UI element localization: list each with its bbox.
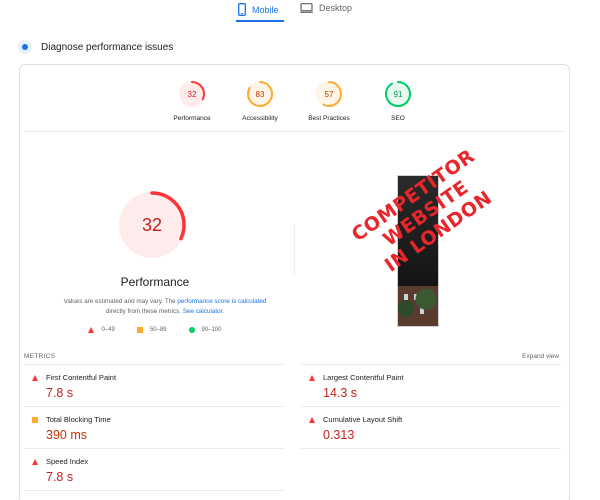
perf-desc-text-2: directly from these metrics. xyxy=(105,308,183,315)
diagnose-header: Diagnose performance issues xyxy=(18,40,173,54)
metric-cls-value: 0.313 xyxy=(323,428,355,442)
metric-si-value: 7.8 s xyxy=(46,470,74,484)
legend-pass-label: 90–100 xyxy=(201,327,222,333)
expand-view-button[interactable]: Expand view xyxy=(522,353,559,360)
tab-mobile-label: Mobile xyxy=(252,4,279,15)
gauge-seo-score: 91 xyxy=(394,90,403,99)
category-gauges: 32 Performance 83 Accessibility 57 Best … xyxy=(20,79,569,139)
legend-pass: 90–100 xyxy=(188,327,222,333)
legend-average-label: 50–89 xyxy=(149,327,167,333)
gauge-seo-ring: 91 xyxy=(385,81,411,107)
metric-tbt-value: 390 ms xyxy=(46,428,87,442)
metric-si-label: Speed Index xyxy=(46,457,89,466)
active-tab-indicator xyxy=(236,20,284,22)
performance-description: Values are estimated and may vary. The p… xyxy=(40,297,290,317)
fail-triangle-icon xyxy=(32,374,38,381)
fail-triangle-icon xyxy=(88,327,95,333)
legend-fail: 0–49 xyxy=(88,327,115,333)
score-calculated-link[interactable]: performance score is calculated xyxy=(177,298,266,305)
perf-desc-text-1: Values are estimated and may vary. The xyxy=(63,298,178,305)
gauge-best-practices-ring: 57 xyxy=(316,81,342,107)
fail-triangle-icon xyxy=(309,416,315,423)
mobile-icon xyxy=(238,3,246,16)
tab-desktop-label: Desktop xyxy=(319,3,353,13)
fail-triangle-icon xyxy=(309,374,315,381)
gauge-best-practices-label: Best Practices xyxy=(308,115,350,122)
metric-lcp: Largest Contentful Paint 14.3 s xyxy=(309,373,549,400)
metric-cls-label: Cumulative Layout Shift xyxy=(323,415,403,424)
vertical-divider xyxy=(294,225,295,275)
performance-score-large: 32 xyxy=(142,215,162,235)
metric-tbt: Total Blocking Time 390 ms xyxy=(32,415,272,442)
legend-average: 50–89 xyxy=(136,327,167,333)
metrics-divider xyxy=(24,406,284,407)
metric-fcp: First Contentful Paint 7.8 s xyxy=(32,373,272,400)
competitor-overlay-stamp: COMPETITOR WEBSITE IN LONDON xyxy=(325,129,575,367)
metrics-divider xyxy=(24,448,284,449)
gauge-best-practices[interactable]: 57 Best Practices xyxy=(294,79,364,122)
metric-fcp-value: 7.8 s xyxy=(46,386,74,400)
page-screenshot xyxy=(397,175,439,327)
metrics-divider xyxy=(301,406,561,407)
average-square-icon xyxy=(32,416,38,423)
performance-gauge-large: 32 xyxy=(116,189,188,266)
gauge-performance-score: 32 xyxy=(188,90,197,99)
metric-lcp-label: Largest Contentful Paint xyxy=(323,373,404,382)
metrics-divider xyxy=(24,490,284,491)
see-calculator-link[interactable]: See calculator. xyxy=(183,308,224,315)
metric-tbt-label: Total Blocking Time xyxy=(46,415,111,424)
gauge-seo[interactable]: 91 SEO xyxy=(363,79,433,122)
legend-fail-label: 0–49 xyxy=(101,327,115,333)
tab-mobile[interactable]: Mobile xyxy=(238,3,279,16)
metrics-divider xyxy=(301,448,561,449)
diagnose-title: Diagnose performance issues xyxy=(41,41,174,53)
metric-lcp-value: 14.3 s xyxy=(323,386,358,400)
gauge-performance-label: Performance xyxy=(173,115,211,122)
gauge-performance[interactable]: 32 Performance xyxy=(157,79,227,122)
gauge-seo-label: SEO xyxy=(391,115,405,122)
average-square-icon xyxy=(136,327,143,333)
form-factor-tabs: Mobile Desktop xyxy=(0,0,600,22)
gauge-accessibility-score: 83 xyxy=(256,90,265,99)
report-card: 32 Performance 83 Accessibility 57 Best … xyxy=(19,64,570,500)
gauge-performance-ring: 32 xyxy=(179,81,205,107)
gauge-accessibility[interactable]: 83 Accessibility xyxy=(225,79,295,122)
desktop-icon xyxy=(300,3,313,13)
metrics-header: METRICS xyxy=(24,353,56,360)
metric-si: Speed Index 7.8 s xyxy=(32,457,272,484)
score-legend: 0–49 50–89 90–100 xyxy=(20,327,290,333)
metrics-divider xyxy=(24,364,284,365)
gauge-accessibility-ring: 83 xyxy=(247,81,273,107)
gauge-accessibility-label: Accessibility xyxy=(242,115,278,122)
tab-desktop[interactable]: Desktop xyxy=(300,3,352,13)
diagnose-icon xyxy=(18,40,32,54)
gauge-best-practices-score: 57 xyxy=(325,90,334,99)
performance-gauge-ring: 32 xyxy=(118,191,186,259)
metric-fcp-label: First Contentful Paint xyxy=(46,373,117,382)
pass-circle-icon xyxy=(188,327,195,333)
divider xyxy=(25,131,565,132)
metric-cls: Cumulative Layout Shift 0.313 xyxy=(309,415,549,442)
performance-title: Performance xyxy=(120,275,190,289)
fail-triangle-icon xyxy=(32,458,38,465)
metrics-divider xyxy=(301,364,561,365)
